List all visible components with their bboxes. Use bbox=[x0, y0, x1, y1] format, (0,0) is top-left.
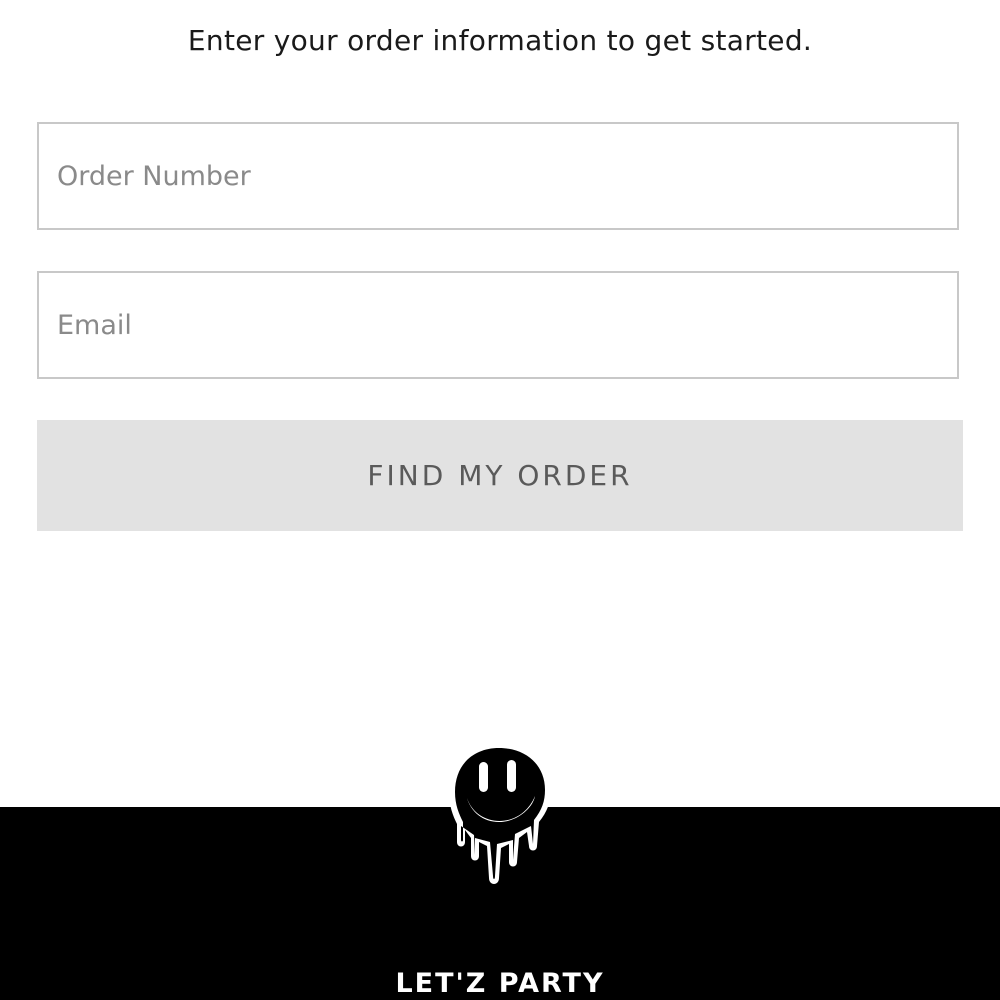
intro-text: Enter your order information to get star… bbox=[187, 24, 813, 57]
brand-name: LET'Z PARTY bbox=[395, 968, 605, 999]
find-my-order-button[interactable]: FIND MY ORDER bbox=[37, 420, 963, 531]
email-input[interactable] bbox=[39, 273, 957, 377]
order-number-field-wrapper bbox=[37, 122, 959, 230]
dripping-smiley-icon[interactable] bbox=[443, 738, 555, 888]
order-number-input[interactable] bbox=[39, 124, 957, 228]
email-field-wrapper bbox=[37, 271, 959, 379]
order-lookup-page: Enter your order information to get star… bbox=[0, 0, 1000, 1000]
